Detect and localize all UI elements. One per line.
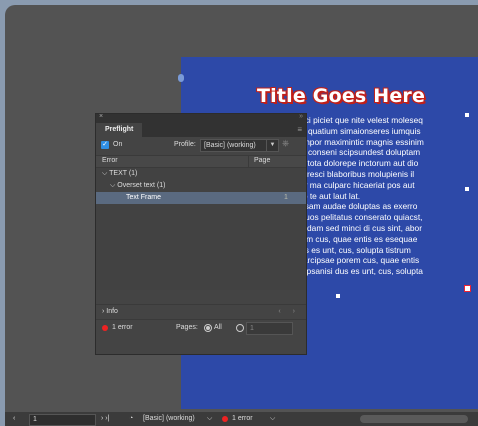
tree-item-label: ⌵ Overset text (1) bbox=[110, 182, 166, 189]
tree-item-label: ⌵ TEXT (1) bbox=[102, 170, 138, 177]
prev-page-icon[interactable]: ‹ bbox=[13, 412, 15, 426]
preflight-panel: × » Preflight ≡ ✓ On Profile: [Basic] (w… bbox=[95, 113, 307, 355]
preflight-options-row: ✓ On Profile: [Basic] (working) ▼ ⎈ bbox=[96, 137, 306, 155]
column-header: Error Page bbox=[96, 155, 306, 168]
error-dot-icon bbox=[102, 325, 108, 331]
page-title[interactable]: Title Goes Here bbox=[257, 85, 425, 107]
panel-tabbar: Preflight ≡ bbox=[96, 123, 306, 137]
page-edge-handle[interactable] bbox=[178, 74, 184, 82]
frame-handle[interactable] bbox=[465, 187, 469, 191]
status-errors[interactable]: 1 error bbox=[232, 412, 253, 426]
frame-handle[interactable] bbox=[465, 113, 469, 117]
preflight-status-icon: ◔ bbox=[129, 415, 134, 422]
collapse-icon[interactable]: » bbox=[299, 113, 303, 120]
overset-indicator[interactable] bbox=[464, 285, 471, 292]
error-dot-icon bbox=[222, 416, 228, 422]
panel-titlebar[interactable]: × » bbox=[96, 113, 306, 123]
page-number-field[interactable]: 1 bbox=[29, 414, 96, 426]
page-column-header[interactable]: Page bbox=[254, 157, 270, 164]
status-profile[interactable]: [Basic] (working) bbox=[143, 412, 195, 426]
error-column-header[interactable]: Error bbox=[102, 157, 118, 164]
status-bar: ‹ 1 › ›| ◔ [Basic] (working) ⌵ 1 error ⌵ bbox=[5, 412, 478, 426]
tree-item-label: Text Frame bbox=[126, 194, 162, 201]
tree-item[interactable]: ⌵ Overset text (1) bbox=[96, 180, 306, 192]
info-section[interactable]: › Info ‹ › bbox=[96, 304, 306, 319]
all-label: All bbox=[214, 324, 222, 331]
error-tree: ⌵ TEXT (1) ⌵ Overset text (1) Text Frame 1 bbox=[96, 168, 306, 290]
profile-label: Profile: bbox=[174, 141, 196, 148]
panel-menu-icon[interactable]: ≡ bbox=[297, 125, 302, 134]
tab-preflight[interactable]: Preflight bbox=[96, 123, 143, 137]
column-divider bbox=[248, 156, 249, 167]
frame-handle[interactable] bbox=[336, 294, 340, 298]
all-radio[interactable] bbox=[204, 324, 212, 332]
error-count: 1 error bbox=[112, 324, 133, 331]
close-icon[interactable]: × bbox=[99, 113, 103, 120]
next-page-icons[interactable]: › ›| bbox=[101, 412, 109, 426]
info-nav-arrows[interactable]: ‹ › bbox=[278, 305, 300, 319]
range-radio[interactable] bbox=[236, 324, 244, 332]
text-frame[interactable]: enihici piciet que nite velest moleseq u… bbox=[287, 115, 477, 277]
profile-select[interactable]: [Basic] (working) bbox=[200, 139, 267, 152]
info-label[interactable]: › Info bbox=[102, 305, 118, 319]
on-label: On bbox=[113, 141, 123, 148]
profile-settings-icon[interactable]: ⎈ bbox=[282, 138, 289, 149]
tree-item[interactable]: Text Frame 1 bbox=[96, 192, 306, 204]
tree-item-page: 1 bbox=[284, 194, 288, 201]
chevron-down-icon[interactable]: ▼ bbox=[266, 139, 279, 152]
indesign-window: Title Goes Here enihici piciet que nite … bbox=[5, 5, 478, 426]
horizontal-scrollbar[interactable] bbox=[360, 415, 468, 423]
chevron-down-icon[interactable]: ⌵ bbox=[207, 412, 212, 426]
on-checkbox[interactable]: ✓ bbox=[101, 141, 109, 149]
panel-footer: 1 error Pages: All 1 bbox=[96, 319, 306, 336]
pages-label: Pages: bbox=[176, 324, 198, 331]
tree-item[interactable]: ⌵ TEXT (1) bbox=[96, 168, 306, 180]
page-range-input[interactable]: 1 bbox=[246, 322, 293, 335]
chevron-down-icon[interactable]: ⌵ bbox=[270, 412, 275, 426]
